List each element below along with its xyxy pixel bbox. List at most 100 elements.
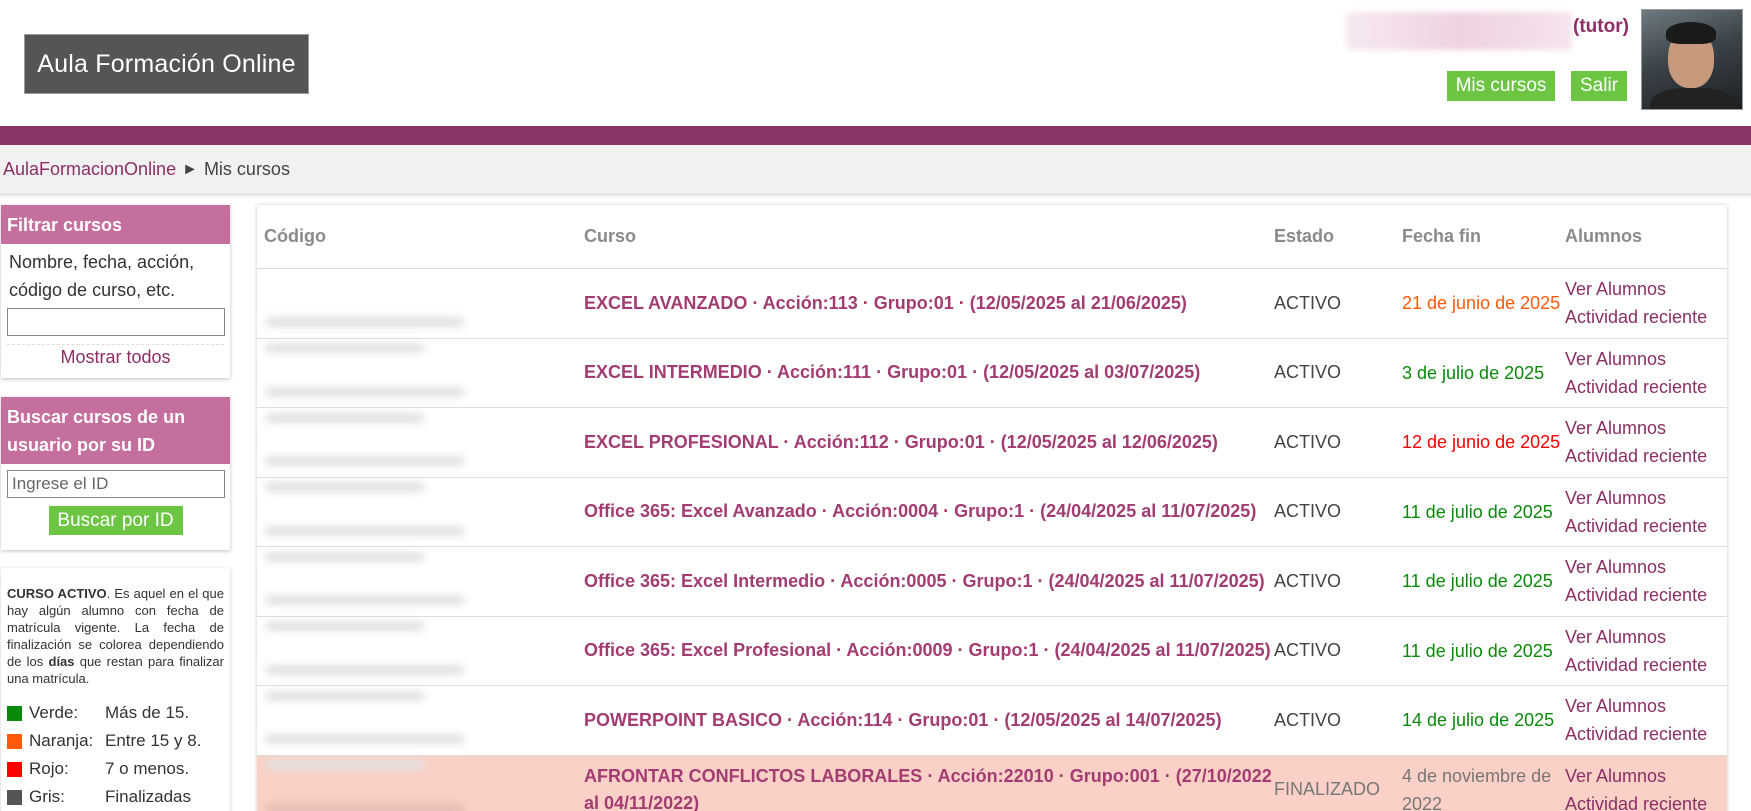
actividad-reciente-link[interactable]: Actividad reciente — [1565, 303, 1727, 331]
end-date-cell: 14 de julio de 2025 — [1402, 710, 1555, 731]
students-cell: Ver Alumnos Actividad reciente — [1565, 762, 1727, 811]
table-row: EXCEL AVANZADO · Acción:113 · Grupo:01 ·… — [257, 269, 1727, 339]
end-date-cell: 11 de julio de 2025 — [1402, 501, 1553, 522]
students-cell: Ver Alumnos Actividad reciente — [1565, 484, 1727, 540]
legend-item-name: Verde: — [29, 703, 79, 722]
breadcrumb-home-link[interactable]: AulaFormacionOnline — [3, 159, 176, 180]
courses-table: Código Curso Estado Fecha fin Alumnos EX… — [257, 205, 1727, 811]
end-date-cell: 12 de junio de 2025 — [1402, 432, 1561, 453]
legend-item-desc: Finalizadas — [105, 787, 191, 806]
avatar[interactable] — [1641, 9, 1743, 110]
show-all-link[interactable]: Mostrar todos — [7, 344, 224, 368]
actividad-reciente-link[interactable]: Actividad reciente — [1565, 720, 1727, 748]
course-link[interactable]: EXCEL AVANZADO · Acción:113 · Grupo:01 ·… — [584, 290, 1274, 317]
actividad-reciente-link[interactable]: Actividad reciente — [1565, 512, 1727, 540]
actividad-reciente-link[interactable]: Actividad reciente — [1565, 442, 1727, 470]
search-panel: Buscar cursos de un usuario por su ID Bu… — [1, 397, 230, 550]
students-cell: Ver Alumnos Actividad reciente — [1565, 692, 1727, 748]
header-students[interactable]: Alumnos — [1565, 226, 1727, 247]
header: Aula Formación Online (tutor) Mis cursos… — [0, 0, 1751, 126]
course-link[interactable]: Office 365: Excel Intermedio · Acción:00… — [584, 568, 1274, 595]
course-link[interactable]: EXCEL INTERMEDIO · Acción:111 · Grupo:01… — [584, 359, 1274, 386]
ver-alumnos-link[interactable]: Ver Alumnos — [1565, 553, 1727, 581]
legend-color-swatch — [7, 789, 22, 805]
actividad-reciente-link[interactable]: Actividad reciente — [1565, 651, 1727, 679]
user-name-blurred — [1346, 12, 1572, 50]
state-cell: ACTIVO — [1274, 709, 1342, 730]
legend-list: Verde: Más de 15. Naranja: Entre 15 y 8. Roj… — [7, 699, 224, 811]
table-row: Office 365: Excel Profesional · Acción:0… — [257, 617, 1727, 686]
table-row: Office 365: Excel Intermedio · Acción:00… — [257, 547, 1727, 617]
table-row: POWERPOINT BASICO · Acción:114 · Grupo:0… — [257, 686, 1727, 756]
ver-alumnos-link[interactable]: Ver Alumnos — [1565, 345, 1727, 373]
actividad-reciente-link[interactable]: Actividad reciente — [1565, 581, 1727, 609]
students-cell: Ver Alumnos Actividad reciente — [1565, 345, 1727, 401]
ver-alumnos-link[interactable]: Ver Alumnos — [1565, 762, 1727, 790]
header-divider-bar — [0, 126, 1751, 145]
students-cell: Ver Alumnos Actividad reciente — [1565, 275, 1727, 331]
state-cell: FINALIZADO — [1274, 779, 1381, 800]
legend-item-desc: Más de 15. — [105, 703, 190, 722]
students-cell: Ver Alumnos Actividad reciente — [1565, 414, 1727, 470]
salir-button[interactable]: Salir — [1571, 71, 1627, 101]
legend-panel: CURSO ACTIVO. Es aquel en el que hay alg… — [1, 568, 230, 811]
site-logo[interactable]: Aula Formación Online — [24, 34, 309, 94]
legend-bold: días — [48, 654, 75, 669]
breadcrumb: AulaFormacionOnline ► Mis cursos — [0, 145, 1751, 195]
table-row: EXCEL INTERMEDIO · Acción:111 · Grupo:01… — [257, 339, 1727, 408]
filter-title: Filtrar cursos — [1, 205, 230, 244]
header-date[interactable]: Fecha fin — [1402, 226, 1565, 247]
legend-item: Gris: Finalizadas — [7, 783, 224, 811]
course-link[interactable]: EXCEL PROFESIONAL · Acción:112 · Grupo:0… — [584, 429, 1274, 456]
state-cell: ACTIVO — [1274, 570, 1342, 591]
legend-description: CURSO ACTIVO. Es aquel en el que hay alg… — [7, 585, 224, 687]
state-cell: ACTIVO — [1274, 431, 1342, 452]
legend-color-swatch — [7, 705, 22, 721]
avatar-body — [1650, 88, 1736, 109]
mis-cursos-button[interactable]: Mis cursos — [1447, 71, 1555, 101]
students-cell: Ver Alumnos Actividad reciente — [1565, 553, 1727, 609]
filter-description: Nombre, fecha, acción, código de curso, … — [9, 252, 195, 300]
legend-item: Rojo: 7 o menos. — [7, 755, 224, 783]
breadcrumb-current: Mis cursos — [203, 159, 290, 179]
course-link[interactable]: Office 365: Excel Profesional · Acción:0… — [584, 637, 1274, 664]
breadcrumb-arrow-icon: ► — [182, 160, 198, 178]
legend-item-desc: Entre 15 y 8. — [105, 731, 202, 750]
ver-alumnos-link[interactable]: Ver Alumnos — [1565, 692, 1727, 720]
course-link[interactable]: AFRONTAR CONFLICTOS LABORALES · Acción:2… — [584, 763, 1274, 811]
legend-item: Verde: Más de 15. — [7, 699, 224, 727]
legend-item-name: Naranja: — [29, 731, 94, 750]
course-link[interactable]: POWERPOINT BASICO · Acción:114 · Grupo:0… — [584, 707, 1274, 734]
table-body: EXCEL AVANZADO · Acción:113 · Grupo:01 ·… — [257, 269, 1727, 811]
ver-alumnos-link[interactable]: Ver Alumnos — [1565, 484, 1727, 512]
ver-alumnos-link[interactable]: Ver Alumnos — [1565, 623, 1727, 651]
table-header: Código Curso Estado Fecha fin Alumnos — [257, 205, 1727, 269]
filter-panel: Filtrar cursos Nombre, fecha, acción, có… — [1, 205, 230, 378]
header-course[interactable]: Curso — [584, 226, 1274, 247]
state-cell: ACTIVO — [1274, 640, 1342, 661]
legend-item-name: Rojo: — [29, 759, 69, 778]
header-code[interactable]: Código — [257, 226, 584, 247]
table-row: EXCEL PROFESIONAL · Acción:112 · Grupo:0… — [257, 408, 1727, 478]
legend-color-swatch — [7, 761, 22, 777]
ver-alumnos-link[interactable]: Ver Alumnos — [1565, 275, 1727, 303]
legend-item: Naranja: Entre 15 y 8. — [7, 727, 224, 755]
id-search-input[interactable] — [7, 470, 225, 498]
table-row: Office 365: Excel Avanzado · Acción:0004… — [257, 478, 1727, 547]
filter-input[interactable] — [7, 308, 225, 336]
end-date-cell: 11 de julio de 2025 — [1402, 640, 1553, 661]
end-date-cell: 3 de julio de 2025 — [1402, 362, 1545, 383]
actividad-reciente-link[interactable]: Actividad reciente — [1565, 373, 1727, 401]
legend-color-swatch — [7, 733, 22, 749]
header-state[interactable]: Estado — [1274, 226, 1402, 247]
avatar-hair — [1666, 22, 1716, 44]
actividad-reciente-link[interactable]: Actividad reciente — [1565, 790, 1727, 811]
legend-item-desc: 7 o menos. — [105, 759, 190, 778]
search-by-id-button[interactable]: Buscar por ID — [48, 506, 183, 535]
ver-alumnos-link[interactable]: Ver Alumnos — [1565, 414, 1727, 442]
course-link[interactable]: Office 365: Excel Avanzado · Acción:0004… — [584, 498, 1274, 525]
end-date-cell: 21 de junio de 2025 — [1402, 293, 1561, 314]
user-role: (tutor) — [1573, 16, 1629, 37]
end-date-cell: 4 de noviembre de 2022 — [1402, 765, 1552, 811]
state-cell: ACTIVO — [1274, 292, 1342, 313]
